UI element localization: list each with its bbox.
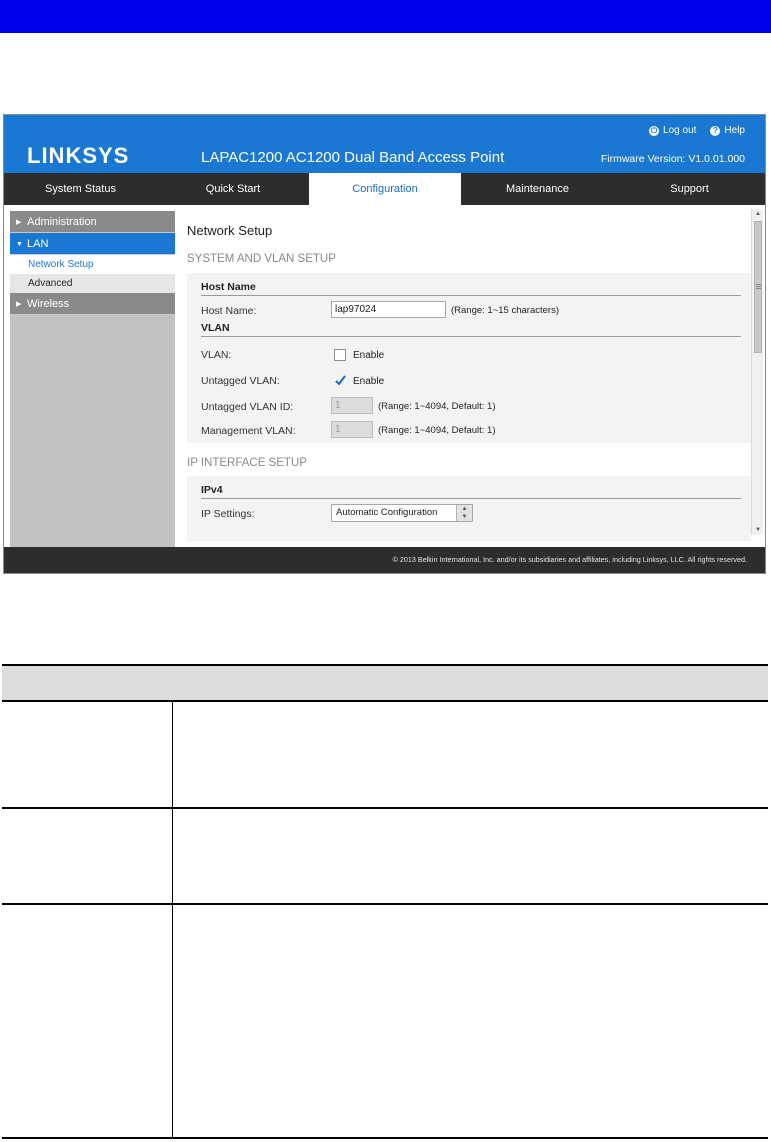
ip-settings-value: Automatic Configuration [336, 507, 438, 518]
help-label: Help [724, 125, 745, 136]
tab-support[interactable]: Support [614, 173, 765, 205]
grip-icon [756, 284, 761, 285]
main-nav: System Status Quick Start Configuration … [4, 173, 765, 205]
untagged-vlan-enable-label: Enable [353, 376, 385, 387]
tab-configuration[interactable]: Configuration [309, 173, 461, 205]
sidebar-item-lan[interactable]: ▼ LAN [10, 233, 175, 255]
utility-links: ⏻ Log out ? Help [649, 125, 745, 136]
checkmark-icon [335, 375, 346, 386]
help-link[interactable]: ? Help [710, 125, 745, 136]
tab-system-status[interactable]: System Status [4, 173, 157, 205]
table-cell [172, 807, 768, 905]
system-vlan-panel: Host Name Host Name: lap97024 (Range: 1~… [187, 273, 751, 443]
sidebar-item-label: Administration [27, 216, 97, 228]
sidebar-item-label: LAN [27, 238, 49, 250]
untagged-vlan-id-label: Untagged VLAN ID: [201, 401, 294, 413]
document-header-bar [0, 0, 771, 33]
caret-down-icon: ▼ [16, 241, 23, 248]
table-cell [172, 903, 768, 1139]
section-title-ip-interface: IP INTERFACE SETUP [187, 457, 307, 469]
untagged-vlan-checkbox[interactable] [334, 374, 346, 386]
caret-right-icon: ▶ [16, 301, 22, 308]
table-row [2, 700, 768, 809]
host-name-input[interactable]: lap97024 [331, 301, 446, 318]
ip-settings-label: IP Settings: [201, 508, 255, 520]
scroll-down-icon[interactable]: ▼ [752, 525, 764, 535]
ip-interface-panel: IPv4 IP Settings: Automatic Configuratio… [187, 476, 751, 541]
caret-right-icon: ▶ [16, 219, 22, 226]
product-title: LAPAC1200 AC1200 Dual Band Access Point [201, 149, 505, 166]
management-vlan-input[interactable]: 1 [331, 421, 373, 438]
sidebar-item-label: Wireless [27, 298, 70, 310]
group-vlan: VLAN [201, 322, 741, 337]
firmware-version: Firmware Version: V1.0.01.000 [600, 153, 745, 165]
table-header-cell [2, 664, 768, 702]
app-footer: © 2013 Belkin International, Inc. and/or… [4, 547, 765, 573]
untagged-vlan-id-hint: (Range: 1~4094, Default: 1) [378, 401, 496, 412]
page-title: Network Setup [187, 223, 273, 238]
vlan-enable-label: Enable [353, 350, 385, 361]
table-cell [2, 807, 173, 905]
logout-link[interactable]: ⏻ Log out [649, 125, 696, 136]
scroll-up-icon[interactable]: ▲ [752, 209, 764, 219]
scroll-thumb[interactable] [754, 221, 762, 353]
tab-quick-start[interactable]: Quick Start [157, 173, 309, 205]
sidebar-subitem-advanced[interactable]: Advanced [10, 274, 175, 293]
untagged-vlan-id-input[interactable]: 1 [331, 397, 373, 414]
linksys-logo: LINKSYS [27, 143, 130, 168]
content-scrollbar[interactable]: ▲ ▼ [751, 209, 763, 535]
table-cell [2, 700, 173, 809]
untagged-vlan-label: Untagged VLAN: [201, 375, 280, 387]
power-icon: ⏻ [649, 125, 660, 136]
content-area: Network Setup SYSTEM AND VLAN SETUP Host… [181, 211, 751, 541]
sidebar-item-administration[interactable]: ▶ Administration [10, 211, 175, 233]
sidebar-subitem-network-setup[interactable]: Network Setup [10, 255, 175, 274]
sidebar-item-wireless[interactable]: ▶ Wireless [10, 293, 175, 315]
table-row [2, 807, 768, 905]
host-name-label: Host Name: [201, 305, 257, 317]
description-table [2, 664, 768, 1139]
host-name-hint: (Range: 1~15 characters) [451, 305, 559, 316]
logout-label: Log out [663, 125, 697, 136]
sidebar: ▶ Administration ▼ LAN Network Setup Advan… [10, 211, 175, 549]
vlan-enable-checkbox[interactable] [334, 349, 346, 361]
select-arrows-icon: ▲ ▼ [456, 505, 472, 521]
table-row [2, 903, 768, 1139]
tab-maintenance[interactable]: Maintenance [461, 173, 614, 205]
vlan-label: VLAN: [201, 349, 232, 361]
app-header: LINKSYS LAPAC1200 AC1200 Dual Band Acces… [4, 115, 765, 173]
table-cell [172, 700, 768, 809]
table-cell [2, 903, 173, 1139]
ip-settings-select[interactable]: Automatic Configuration ▲ ▼ [331, 504, 473, 522]
management-vlan-label: Management VLAN: [201, 425, 296, 437]
table-header-row [2, 664, 768, 702]
group-host-name: Host Name [201, 281, 741, 296]
browser-screenshot: LINKSYS LAPAC1200 AC1200 Dual Band Acces… [3, 114, 766, 574]
section-title-system-vlan: SYSTEM AND VLAN SETUP [187, 253, 336, 265]
group-ipv4: IPv4 [201, 484, 741, 499]
help-icon: ? [710, 125, 721, 136]
management-vlan-hint: (Range: 1~4094, Default: 1) [378, 425, 496, 436]
